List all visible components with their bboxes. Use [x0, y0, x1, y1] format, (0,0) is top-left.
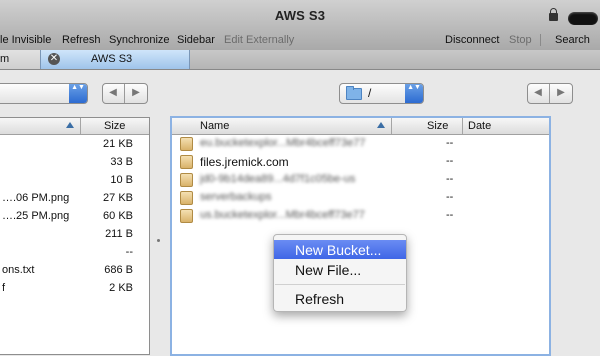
- tab-bar: m ✕ AWS S3: [0, 50, 600, 70]
- left-size-header[interactable]: Size: [104, 120, 125, 132]
- right-date-header[interactable]: Date: [468, 120, 491, 132]
- toolbar-stop-button[interactable]: Stop: [509, 34, 532, 46]
- list-item[interactable]: 21 KB: [0, 136, 149, 154]
- right-path-label: /: [368, 86, 372, 100]
- tab-previous-label: m: [0, 53, 10, 65]
- menu-item-new-bucket[interactable]: New Bucket...: [274, 240, 406, 259]
- sort-ascending-icon: [66, 122, 74, 128]
- tab-aws-s3-label: AWS S3: [91, 53, 133, 65]
- window-title: AWS S3: [274, 8, 326, 23]
- menu-item-label: New File...: [295, 262, 362, 278]
- list-item[interactable]: f2 KB: [0, 280, 149, 298]
- right-size-header[interactable]: Size: [427, 120, 448, 132]
- back-arrow-icon[interactable]: ◀: [528, 87, 548, 98]
- tab-aws-s3[interactable]: ✕ AWS S3: [40, 50, 190, 69]
- left-file-list[interactable]: Size 21 KB 33 B 10 B ….06 PM.png 27 KB ….…: [0, 117, 150, 355]
- list-item[interactable]: 33 B: [0, 154, 149, 172]
- context-menu: New Bucket... New File... Refresh: [273, 234, 407, 312]
- right-column-header: Name Size Date: [172, 118, 549, 135]
- close-icon[interactable]: ✕: [48, 53, 60, 65]
- popup-arrows-icon: ▲▼: [405, 84, 423, 103]
- list-item[interactable]: --: [0, 244, 149, 262]
- back-arrow-icon[interactable]: ◀: [103, 87, 123, 98]
- toolbar-refresh-button[interactable]: Refresh: [62, 34, 101, 46]
- split-view-handle[interactable]: [157, 239, 160, 242]
- left-column-header: Size: [0, 118, 149, 135]
- list-item[interactable]: ….25 PM.png 60 KB: [0, 208, 149, 226]
- toolbar-search-button[interactable]: Search: [555, 34, 590, 46]
- table-row[interactable]: files.jremick.com --: [172, 153, 549, 171]
- right-path-popup[interactable]: / ▲▼: [339, 83, 424, 104]
- popup-arrows-icon: ▲▼: [69, 84, 87, 103]
- toolbar-hide-invisible-button[interactable]: le Invisible: [0, 34, 51, 46]
- table-row[interactable]: serverbackups --: [172, 189, 549, 207]
- table-row[interactable]: jd0-9b14dea89...4d7f1c05be-us --: [172, 171, 549, 189]
- left-nav-buttons: ◀ ▶: [102, 83, 148, 104]
- tab-previous[interactable]: m: [0, 50, 41, 69]
- toolbar-synchronize-button[interactable]: Synchronize: [109, 34, 170, 46]
- list-item[interactable]: 10 B: [0, 172, 149, 190]
- menu-item-new-file[interactable]: New File...: [274, 260, 406, 279]
- menu-item-label: Refresh: [295, 291, 345, 307]
- menu-item-label: New Bucket...: [295, 242, 382, 258]
- toolbar: le Invisible Refresh Synchronize Sidebar…: [0, 34, 600, 48]
- table-row[interactable]: eu.bucketexplor...Mbr4bceff73e77 --: [172, 135, 549, 153]
- lock-icon: [549, 8, 558, 21]
- window-titlebar: AWS S3 le Invisible Refresh Synchronize …: [0, 0, 600, 51]
- bucket-icon: [180, 155, 193, 169]
- table-row[interactable]: us.bucketexplor...Mbr4bceff73e77 --: [172, 207, 549, 225]
- forward-arrow-icon[interactable]: ▶: [126, 87, 146, 98]
- forward-arrow-icon[interactable]: ▶: [551, 87, 571, 98]
- list-item[interactable]: ons.txt 686 B: [0, 262, 149, 280]
- toolbar-disconnect-button[interactable]: Disconnect: [445, 34, 499, 46]
- menu-separator: [275, 284, 405, 285]
- path-bar: ▲▼ ◀ ▶ / ▲▼ ◀ ▶: [0, 70, 600, 116]
- toolbar-sidebar-button[interactable]: Sidebar: [177, 34, 215, 46]
- list-item[interactable]: 211 B: [0, 226, 149, 244]
- toolbar-separator: [540, 34, 541, 46]
- bucket-icon: [180, 191, 193, 205]
- bucket-icon: [180, 137, 193, 151]
- bucket-icon: [180, 173, 193, 187]
- toolbar-toggle-button[interactable]: [568, 12, 598, 25]
- right-nav-buttons: ◀ ▶: [527, 83, 573, 104]
- toolbar-edit-externally-button[interactable]: Edit Externally: [224, 34, 294, 46]
- sort-ascending-icon: [377, 122, 385, 128]
- right-name-header[interactable]: Name: [200, 120, 229, 132]
- list-item[interactable]: ….06 PM.png 27 KB: [0, 190, 149, 208]
- left-path-popup[interactable]: ▲▼: [0, 83, 88, 104]
- menu-item-refresh[interactable]: Refresh: [274, 289, 406, 308]
- folder-icon: [346, 86, 362, 100]
- bucket-icon: [180, 209, 193, 223]
